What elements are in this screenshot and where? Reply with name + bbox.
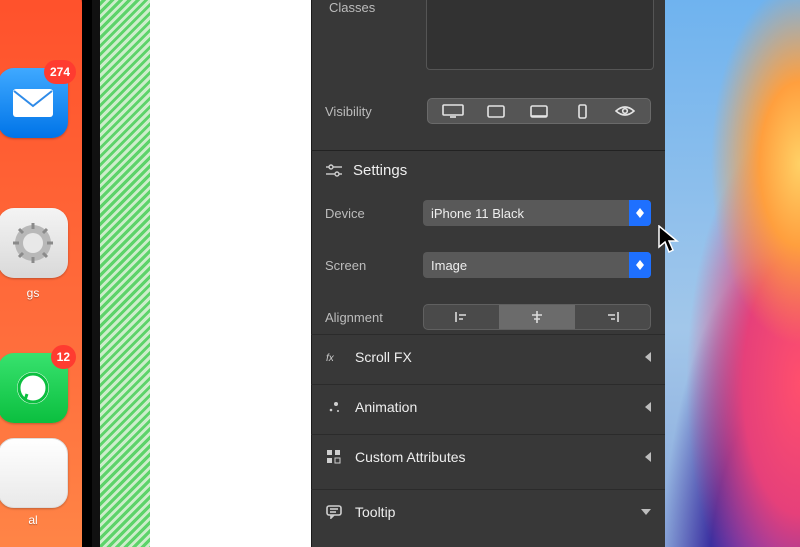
mail-badge: 274 bbox=[44, 60, 76, 84]
screen-row: Screen Image bbox=[311, 246, 665, 284]
device-select[interactable]: iPhone 11 Black bbox=[423, 200, 651, 226]
desktop-wallpaper bbox=[665, 0, 800, 547]
visibility-row: Visibility bbox=[311, 92, 665, 130]
settings-header-label: Settings bbox=[353, 162, 407, 179]
settings-section-header[interactable]: Settings bbox=[311, 150, 665, 190]
screen-value: Image bbox=[431, 258, 467, 273]
app-icon-settings bbox=[0, 208, 68, 278]
screen-label: Screen bbox=[325, 258, 423, 273]
fx-icon: fx bbox=[325, 348, 343, 366]
scroll-fx-label: Scroll FX bbox=[355, 349, 412, 365]
whatsapp-badge: 12 bbox=[51, 345, 76, 369]
sparkle-icon bbox=[325, 398, 343, 416]
visibility-tablet-portrait-icon[interactable] bbox=[518, 100, 559, 122]
alignment-segmented bbox=[423, 304, 651, 330]
svg-text:fx: fx bbox=[326, 353, 335, 364]
visibility-tablet-landscape-icon[interactable] bbox=[475, 100, 516, 122]
visibility-segmented bbox=[427, 98, 651, 124]
sliders-icon bbox=[325, 162, 343, 180]
speech-bubble-icon bbox=[325, 503, 343, 521]
select-stepper-icon bbox=[629, 200, 651, 226]
device-row: Device iPhone 11 Black bbox=[311, 194, 665, 232]
align-right-button[interactable] bbox=[575, 305, 650, 329]
scroll-fx-section-header[interactable]: fx Scroll FX bbox=[311, 334, 665, 378]
animation-label: Animation bbox=[355, 399, 417, 415]
tooltip-label: Tooltip bbox=[355, 504, 395, 520]
align-center-button[interactable] bbox=[499, 305, 574, 329]
select-stepper-icon bbox=[629, 252, 651, 278]
collapse-left-icon bbox=[645, 402, 651, 412]
blocks-icon bbox=[325, 448, 343, 466]
align-left-button[interactable] bbox=[424, 305, 499, 329]
device-value: iPhone 11 Black bbox=[431, 206, 524, 221]
app-icon-whatsapp: 12 bbox=[0, 353, 68, 423]
visibility-eye-icon[interactable] bbox=[605, 100, 646, 122]
canvas-selection-background: 274 gs 12 al bbox=[0, 0, 150, 547]
visibility-desktop-icon[interactable] bbox=[432, 100, 473, 122]
custom-attributes-section-header[interactable]: Custom Attributes bbox=[311, 434, 665, 478]
inspector-panel: Classes Visibility Settings bbox=[311, 0, 665, 547]
app-label-settings: gs bbox=[0, 286, 78, 300]
app-label-safari: al bbox=[0, 513, 78, 527]
collapse-down-icon bbox=[641, 509, 651, 515]
alignment-label: Alignment bbox=[325, 310, 423, 325]
classes-label: Classes bbox=[329, 0, 375, 15]
visibility-label: Visibility bbox=[325, 104, 423, 119]
app-icon-mail: 274 bbox=[0, 68, 68, 138]
device-label: Device bbox=[325, 206, 423, 221]
custom-attributes-label: Custom Attributes bbox=[355, 449, 466, 465]
alignment-row: Alignment bbox=[311, 298, 665, 336]
device-frame: 274 gs 12 al bbox=[0, 0, 100, 547]
screen-select[interactable]: Image bbox=[423, 252, 651, 278]
device-screen: 274 gs 12 al bbox=[0, 0, 82, 547]
animation-section-header[interactable]: Animation bbox=[311, 384, 665, 428]
visibility-phone-icon[interactable] bbox=[562, 100, 603, 122]
tooltip-section-header[interactable]: Tooltip bbox=[311, 489, 665, 533]
classes-input[interactable] bbox=[426, 0, 654, 70]
app-icon-safari bbox=[0, 438, 68, 508]
collapse-left-icon bbox=[645, 352, 651, 362]
collapse-left-icon bbox=[645, 452, 651, 462]
